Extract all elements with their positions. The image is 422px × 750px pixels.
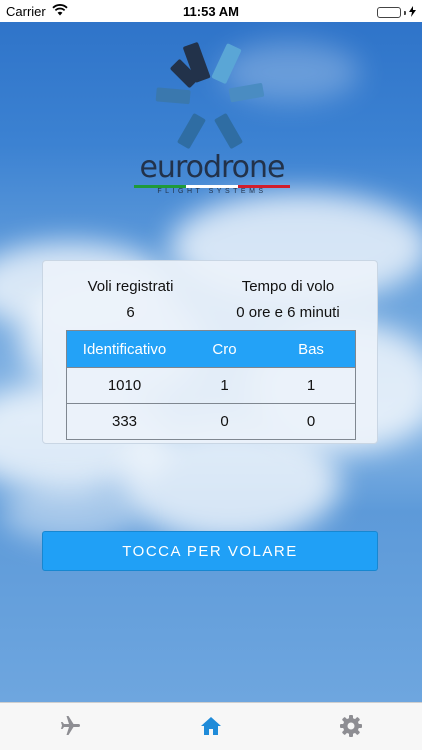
- tap-to-fly-button[interactable]: TOCCA PER VOLARE: [42, 531, 378, 571]
- table-header: Identificativo Cro Bas: [67, 331, 355, 367]
- cell-bas: 0: [306, 413, 316, 430]
- flights-value: 6: [126, 304, 135, 321]
- flight-stats-card: Voli registrati 6 Tempo di volo 0 ore e …: [42, 260, 378, 444]
- table-row[interactable]: 333 0 0: [67, 403, 355, 439]
- column-header-id: Identificativo: [82, 340, 167, 358]
- bolt-icon: [409, 5, 416, 20]
- airplane-icon: [61, 716, 80, 735]
- battery-icon: [377, 7, 401, 18]
- tab-bar: [0, 702, 422, 750]
- cell-cro: 0: [220, 413, 229, 430]
- column-header-cro: Cro: [212, 340, 237, 358]
- flights-label: Voli registrati: [87, 278, 174, 295]
- tab-settings[interactable]: [338, 713, 364, 739]
- tab-home[interactable]: [198, 713, 224, 739]
- eurodrone-logo: eurodrone FLIGHT SYSTEMS: [120, 35, 300, 195]
- table-row[interactable]: 1010 1 1: [67, 367, 355, 403]
- home-icon: [201, 717, 221, 735]
- clock: 11:53 AM: [183, 4, 239, 19]
- cell-cro: 1: [220, 377, 229, 394]
- tab-flights[interactable]: [57, 713, 83, 739]
- cell-bas: 1: [306, 377, 316, 394]
- gear-icon: [340, 715, 362, 737]
- column-header-bas: Bas: [298, 340, 324, 358]
- flight-time-value: 0 ore e 6 minuti: [236, 304, 340, 321]
- status-bar: Carrier 11:53 AM: [0, 0, 422, 22]
- brand-tagline: FLIGHT SYSTEMS: [157, 188, 267, 195]
- logo-emblem: [155, 42, 265, 149]
- cell-id: 1010: [107, 377, 142, 394]
- cell-id: 333: [111, 413, 138, 430]
- flight-time-label: Tempo di volo: [241, 278, 335, 295]
- brand-name: eurodrone: [139, 150, 285, 185]
- drones-table: Identificativo Cro Bas 1010 1 1 333 0 0: [66, 330, 356, 440]
- battery-indicator: [377, 5, 416, 20]
